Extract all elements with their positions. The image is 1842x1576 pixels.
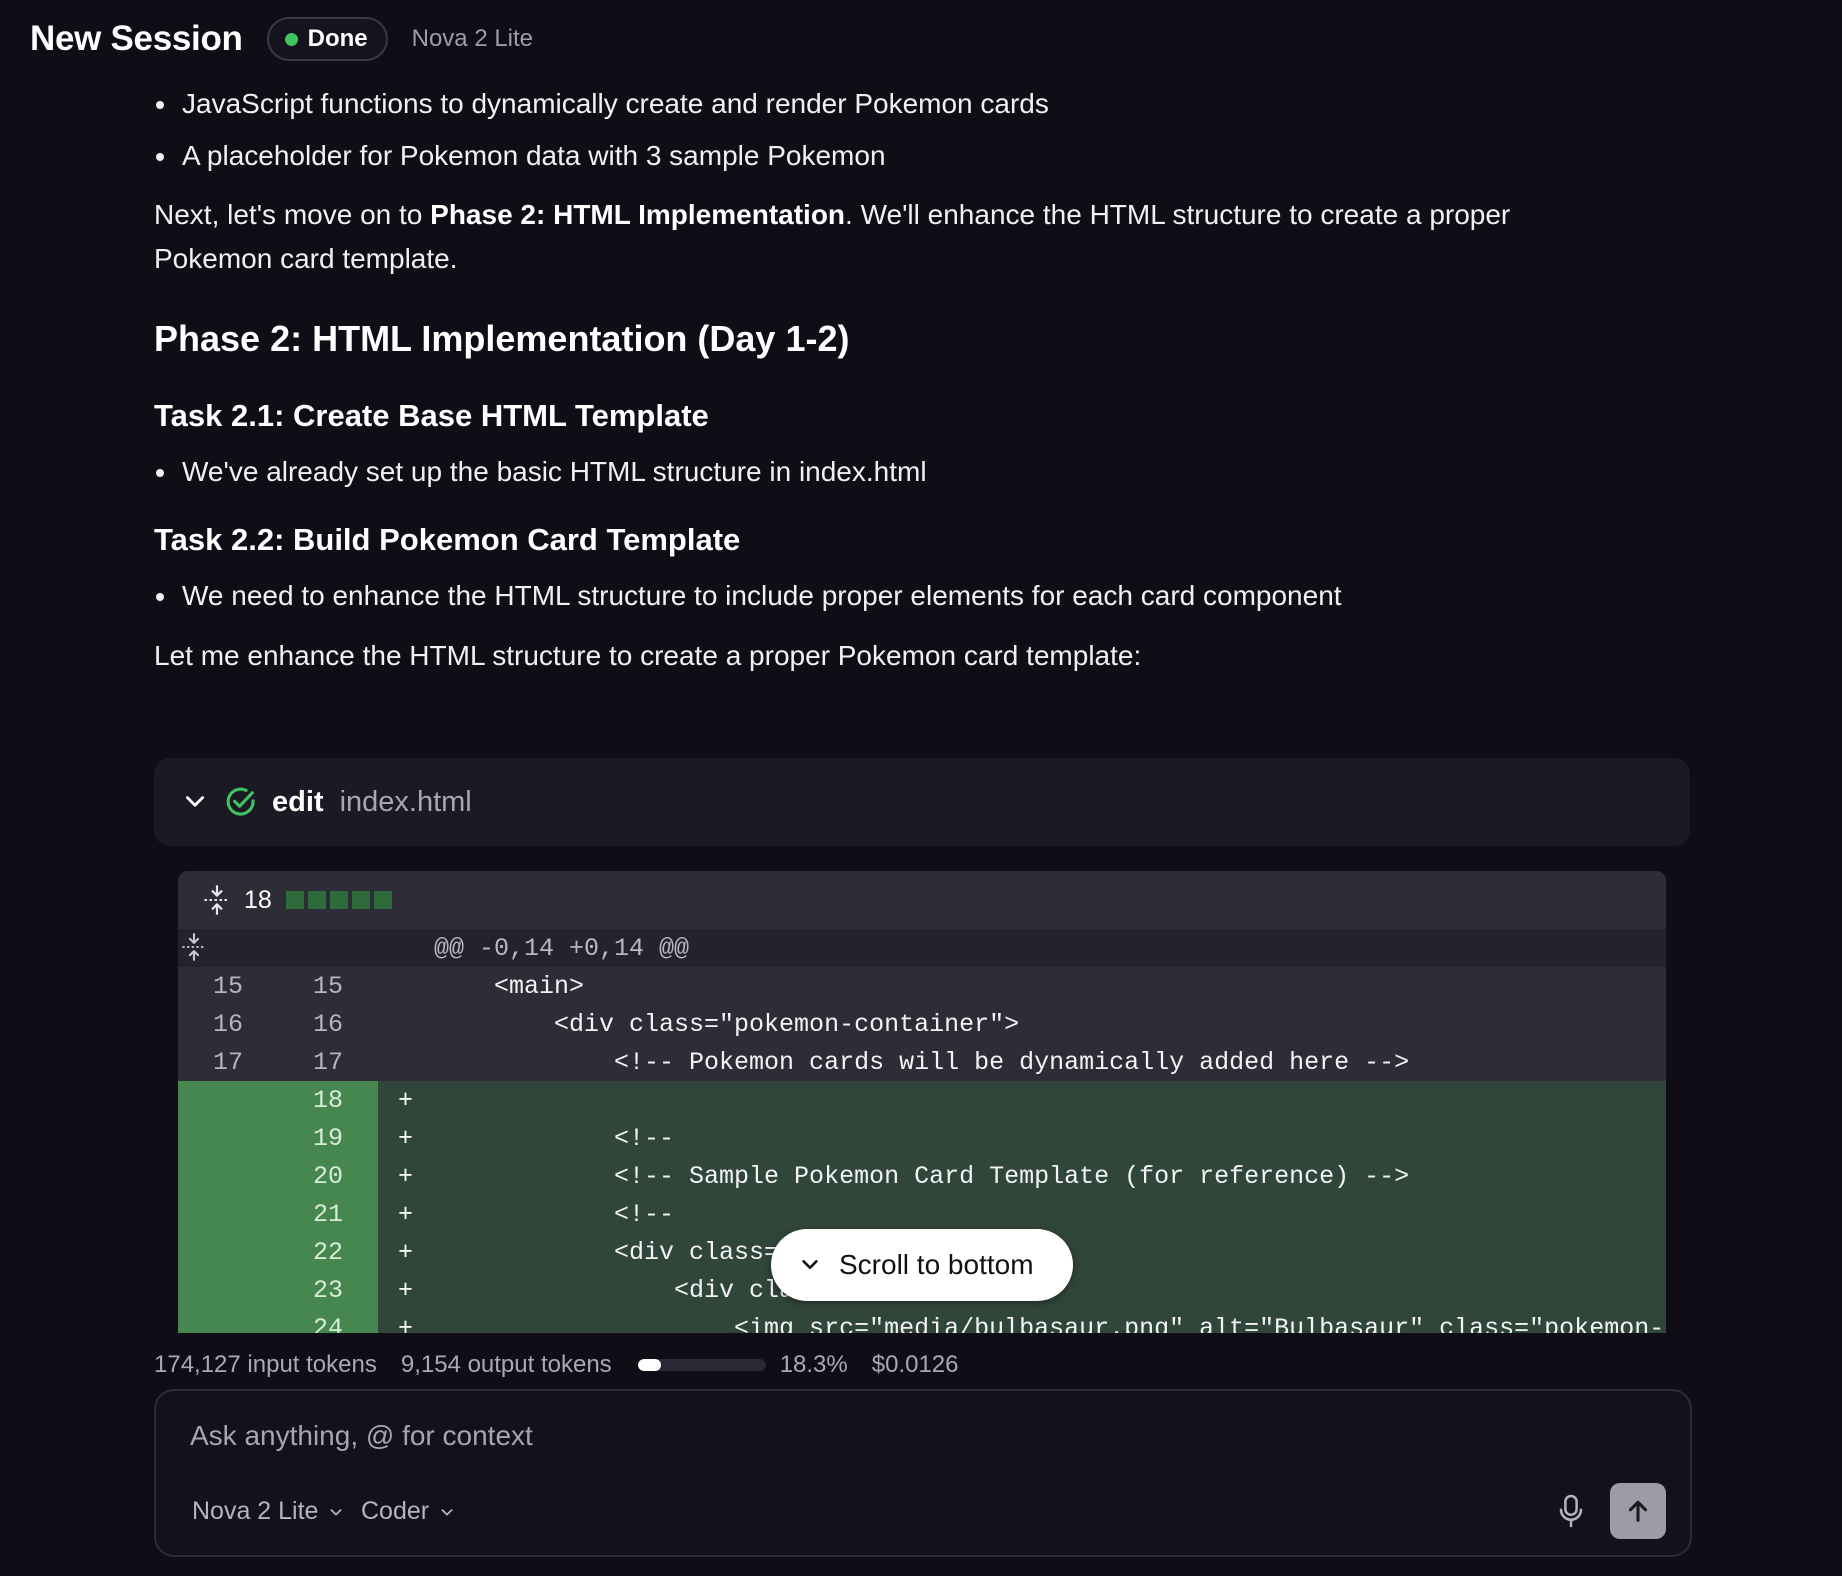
diff-code: <div cla [434,1275,795,1305]
diff-line: 19 + <!-- [178,1119,1666,1157]
scroll-to-bottom-button[interactable]: Scroll to bottom [771,1229,1073,1301]
chevron-down-icon [802,1260,818,1270]
new-line-number: 23 [312,1275,343,1305]
old-line-number: 16 [212,1009,243,1039]
phase-heading: Phase 2: HTML Implementation (Day 1-2) [154,318,850,359]
paragraph-text: Next, let's move on to [154,199,431,230]
task21-heading: Task 2.1: Create Base HTML Template [154,398,709,433]
diff-line: 20 + <!-- Sample Pokemon Card Template (f… [178,1157,1666,1195]
check-circle-icon [226,787,255,816]
old-line-number: 17 [212,1047,243,1077]
microphone-icon[interactable] [1556,1493,1586,1529]
diff-code: <main> [434,971,585,1001]
arrow-up-icon [1628,1500,1648,1522]
scroll-to-bottom-label: Scroll to bottom [839,1249,1034,1280]
diff-code: <!-- [434,1199,675,1229]
token-usage: 174,127 input tokens 9,154 output tokens… [154,1348,959,1382]
composer: Nova 2 Lite Coder [154,1389,1692,1557]
new-line-number: 22 [312,1237,343,1267]
model-label: Nova 2 Lite [411,25,534,52]
diff-code: <!-- [434,1123,675,1153]
session-cost: $0.0126 [871,1351,959,1378]
tool-action: edit [272,785,324,818]
diff-sign: + [398,1313,414,1334]
chevron-down-icon[interactable] [182,789,208,815]
diff-hunk-header: @@ -0,14 +0,14 @@ [178,929,1666,967]
diff-sign: + [398,1123,414,1153]
model-select-label: Nova 2 Lite [192,1497,319,1525]
expand-all-icon[interactable] [202,884,232,916]
diff-line: 17 17 <!-- Pokemon cards will be dynamica… [178,1043,1666,1081]
hunk-range: @@ -0,14 +0,14 @@ [434,933,690,963]
new-line-number: 16 [312,1009,343,1039]
diff-summary: 18 [178,871,1666,929]
diff-line: 24 + <img src="media/bulbasaur.png" alt="… [178,1309,1666,1333]
diff-sign: + [398,1085,414,1115]
diff-sign: + [398,1275,414,1305]
diff-sign: + [398,1237,414,1267]
status-badge: Done [266,17,388,61]
list-item: We need to enhance the HTML structure to… [154,574,1342,618]
output-tokens: 9,154 output tokens [400,1351,612,1378]
new-line-number: 19 [312,1123,343,1153]
context-progress-bar [637,1359,766,1371]
new-line-number: 18 [312,1085,343,1115]
chat-input[interactable] [188,1413,1592,1459]
diff-code: <div class="pokemon-container"> [434,1009,1020,1039]
diff-code: <!-- Sample Pokemon Card Template (for r… [434,1161,1410,1191]
task22-heading: Task 2.2: Build Pokemon Card Template [154,522,741,557]
session-title: New Session [30,19,243,58]
tool-call-header[interactable]: edit index.html [154,758,1690,846]
chevron-down-icon [441,1508,453,1516]
mode-select-label: Coder [361,1497,430,1525]
expand-hunk-icon[interactable] [180,931,208,963]
paragraph-next: Next, let's move on to Phase 2: HTML Imp… [154,193,1510,237]
diff-line: 16 16 <div class="pokemon-container"> [178,1005,1666,1043]
paragraph-closing: Let me enhance the HTML structure to cre… [154,640,1142,671]
paragraph-next-line2: Pokemon card template. [154,243,458,274]
list-item: A placeholder for Pokemon data with 3 sa… [154,134,886,178]
mode-select[interactable]: Coder [361,1497,455,1526]
list-item: We've already set up the basic HTML stru… [154,450,927,494]
diff-code: <img src="media/bulbasaur.png" alt="Bulb… [734,1313,1666,1334]
diff-line: 18 + [178,1081,1666,1119]
diff-code: <div class=" [434,1237,795,1267]
context-progress-fill [637,1359,662,1371]
input-tokens: 174,127 input tokens [154,1351,377,1378]
diff-sign: + [398,1199,414,1229]
change-blocks [285,891,392,909]
diff-sign: + [398,1161,414,1191]
new-line-number: 15 [312,971,343,1001]
new-line-number: 24 [312,1313,343,1334]
chevron-down-icon [330,1508,343,1516]
model-select[interactable]: Nova 2 Lite [192,1497,344,1526]
new-line-number: 20 [312,1161,343,1191]
new-line-number: 17 [312,1047,343,1077]
status-dot-icon [284,32,298,46]
send-button[interactable] [1610,1483,1666,1539]
old-line-number: 15 [212,971,243,1001]
list-item: JavaScript functions to dynamically crea… [154,82,1049,126]
diff-code: <!-- Pokemon cards will be dynamically a… [434,1047,1410,1077]
diff-line: 21 + <!-- [178,1195,1666,1233]
context-percent: 18.3% [779,1351,848,1378]
tool-file-name: index.html [339,785,472,818]
diff-line: 15 15 <main> [178,967,1666,1005]
new-line-number: 21 [312,1199,343,1229]
session-header: New Session Done Nova 2 Lite [30,14,533,64]
changed-lines-count: 18 [244,885,272,914]
paragraph-text: . We'll enhance the HTML structure to cr… [845,199,1511,230]
status-label: Done [307,25,368,52]
paragraph-bold: Phase 2: HTML Implementation [430,199,846,230]
